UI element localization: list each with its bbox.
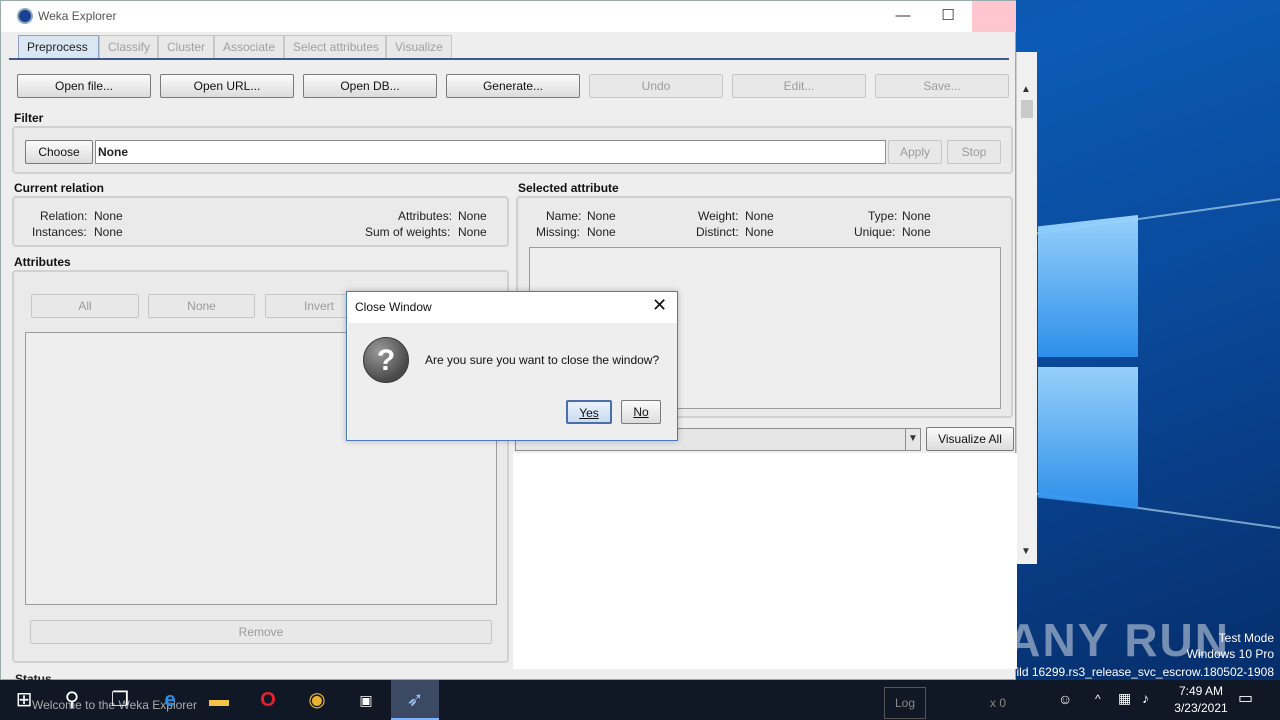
generate-button[interactable]: Generate...: [446, 74, 580, 98]
maximize-button[interactable]: ☐: [925, 1, 971, 32]
apply-button[interactable]: Apply: [888, 140, 942, 164]
visualize-all-button[interactable]: Visualize All: [926, 427, 1014, 451]
undo-button[interactable]: Undo: [589, 74, 723, 98]
type-key: Type:: [868, 209, 898, 223]
tray-chevron-up-icon[interactable]: ^: [1095, 692, 1101, 706]
attributes-count-value: None: [458, 209, 487, 223]
attributes-label: Attributes: [14, 255, 71, 269]
close-button[interactable]: [972, 1, 1016, 32]
file-explorer-icon[interactable]: ▬: [195, 680, 243, 720]
stop-button[interactable]: Stop: [947, 140, 1001, 164]
choose-filter-button[interactable]: Choose: [25, 140, 93, 164]
missing-key: Missing:: [536, 225, 581, 239]
sum-weights-value: None: [458, 225, 487, 239]
edit-button[interactable]: Edit...: [732, 74, 866, 98]
dialog-message: Are you sure you want to close the windo…: [425, 353, 660, 367]
filter-label: Filter: [14, 111, 44, 125]
select-none-button[interactable]: None: [148, 294, 255, 318]
tab-associate[interactable]: Associate: [214, 35, 284, 59]
close-window-dialog: Close Window ✕ ? Are you sure you want t…: [346, 291, 678, 441]
instances-value: None: [94, 225, 123, 239]
dialog-title: Close Window: [355, 300, 432, 314]
network-icon[interactable]: ▦: [1118, 690, 1131, 707]
relation-key: Relation:: [40, 209, 88, 223]
edge-browser-icon[interactable]: e: [146, 680, 194, 720]
unique-key: Unique:: [854, 225, 896, 239]
filter-field[interactable]: None: [95, 140, 886, 164]
test-mode-text: Test Mode: [1218, 631, 1274, 645]
clock-time[interactable]: 7:49 AM: [1173, 684, 1229, 698]
minimize-button[interactable]: —: [880, 1, 926, 32]
select-all-button[interactable]: All: [31, 294, 139, 318]
start-button[interactable]: ⊞: [0, 680, 48, 720]
save-button[interactable]: Save...: [875, 74, 1009, 98]
volume-icon[interactable]: ♪: [1142, 690, 1149, 706]
open-url-button[interactable]: Open URL...: [160, 74, 294, 98]
type-value: None: [902, 209, 931, 223]
missing-value: None: [587, 225, 616, 239]
command-prompt-icon[interactable]: ▣: [342, 680, 390, 720]
chrome-browser-icon[interactable]: ◉: [293, 680, 341, 720]
title-bar[interactable]: Weka Explorer — ☐: [1, 1, 1016, 32]
histogram-area: [513, 453, 1017, 669]
remove-button[interactable]: Remove: [30, 620, 492, 644]
chevron-down-icon: ▼: [905, 429, 920, 450]
notifications-icon[interactable]: ▭: [1238, 688, 1253, 708]
tab-classify[interactable]: Classify: [99, 35, 158, 59]
opera-browser-icon[interactable]: O: [244, 680, 292, 720]
open-db-button[interactable]: Open DB...: [303, 74, 437, 98]
search-icon[interactable]: ⚲: [48, 680, 96, 720]
people-icon[interactable]: ☺: [1058, 691, 1072, 707]
tab-preprocess[interactable]: Preprocess: [18, 35, 99, 59]
dialog-body: ? Are you sure you want to close the win…: [348, 323, 677, 440]
tab-cluster[interactable]: Cluster: [158, 35, 214, 59]
distinct-key: Distinct:: [696, 225, 739, 239]
tab-select-attributes[interactable]: Select attributes: [284, 35, 386, 59]
selected-attribute-label: Selected attribute: [518, 181, 619, 195]
attributes-count-key: Attributes:: [398, 209, 453, 223]
weight-value: None: [745, 209, 774, 223]
clock-date[interactable]: 3/23/2021: [1166, 701, 1236, 715]
instances-key: Instances:: [32, 225, 87, 239]
unique-value: None: [902, 225, 931, 239]
edition-text: Windows 10 Pro: [1186, 647, 1274, 661]
tab-visualize[interactable]: Visualize: [386, 35, 452, 59]
name-key: Name:: [546, 209, 582, 223]
dialog-close-icon[interactable]: ✕: [652, 295, 667, 316]
open-file-button[interactable]: Open file...: [17, 74, 151, 98]
task-view-icon[interactable]: ❐: [96, 680, 144, 720]
question-icon: ?: [363, 337, 409, 383]
build-text: Build 16299.rs3_release_svc_escrow.18050…: [1001, 665, 1274, 679]
background-window-scrollbar[interactable]: ▲ ▼: [1016, 52, 1037, 564]
current-relation-label: Current relation: [14, 181, 105, 195]
distinct-value: None: [745, 225, 774, 239]
weka-bird-icon: [17, 8, 33, 24]
name-value: None: [587, 209, 616, 223]
yes-button[interactable]: Yes: [566, 400, 612, 424]
weka-taskbar-icon[interactable]: ➶: [391, 680, 439, 720]
no-button[interactable]: No: [621, 400, 661, 424]
tab-separator: [9, 58, 1009, 60]
window-title: Weka Explorer: [38, 9, 117, 23]
weight-key: Weight:: [698, 209, 739, 223]
sum-weights-key: Sum of weights:: [365, 225, 451, 239]
relation-value: None: [94, 209, 123, 223]
